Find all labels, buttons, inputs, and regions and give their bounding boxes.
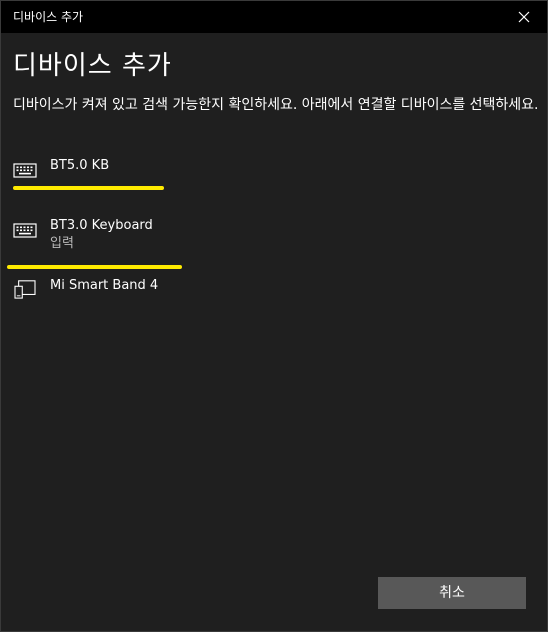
window-title: 디바이스 추가 xyxy=(13,10,84,24)
device-category: 입력 xyxy=(50,236,74,251)
keyboard-icon xyxy=(13,223,37,238)
cancel-button[interactable]: 취소 xyxy=(378,577,526,609)
device-name: BT5.0 KB xyxy=(50,158,110,173)
instruction-text: 디바이스가 켜져 있고 검색 가능한지 확인하세요. 아래에서 연결할 디바이스… xyxy=(13,97,539,113)
title-bar: 디바이스 추가 xyxy=(1,1,547,33)
device-item-bt50-kb[interactable]: BT5.0 KB xyxy=(1,153,201,203)
highlight-underline xyxy=(13,186,164,190)
device-item-mi-smart-band-4[interactable]: Mi Smart Band 4 xyxy=(1,273,201,323)
devices-icon xyxy=(14,280,36,299)
add-device-dialog: 디바이스 추가 디바이스 추가 디바이스가 켜져 있고 검색 가능한지 확인하세… xyxy=(0,0,548,632)
device-name: BT3.0 Keyboard xyxy=(50,218,153,233)
highlight-underline xyxy=(7,265,182,269)
close-icon xyxy=(518,11,530,23)
page-title: 디바이스 추가 xyxy=(13,51,172,81)
close-button[interactable] xyxy=(501,1,547,33)
device-item-bt30-keyboard[interactable]: BT3.0 Keyboard 입력 xyxy=(1,213,201,263)
device-name: Mi Smart Band 4 xyxy=(50,278,159,293)
keyboard-icon xyxy=(13,163,37,178)
